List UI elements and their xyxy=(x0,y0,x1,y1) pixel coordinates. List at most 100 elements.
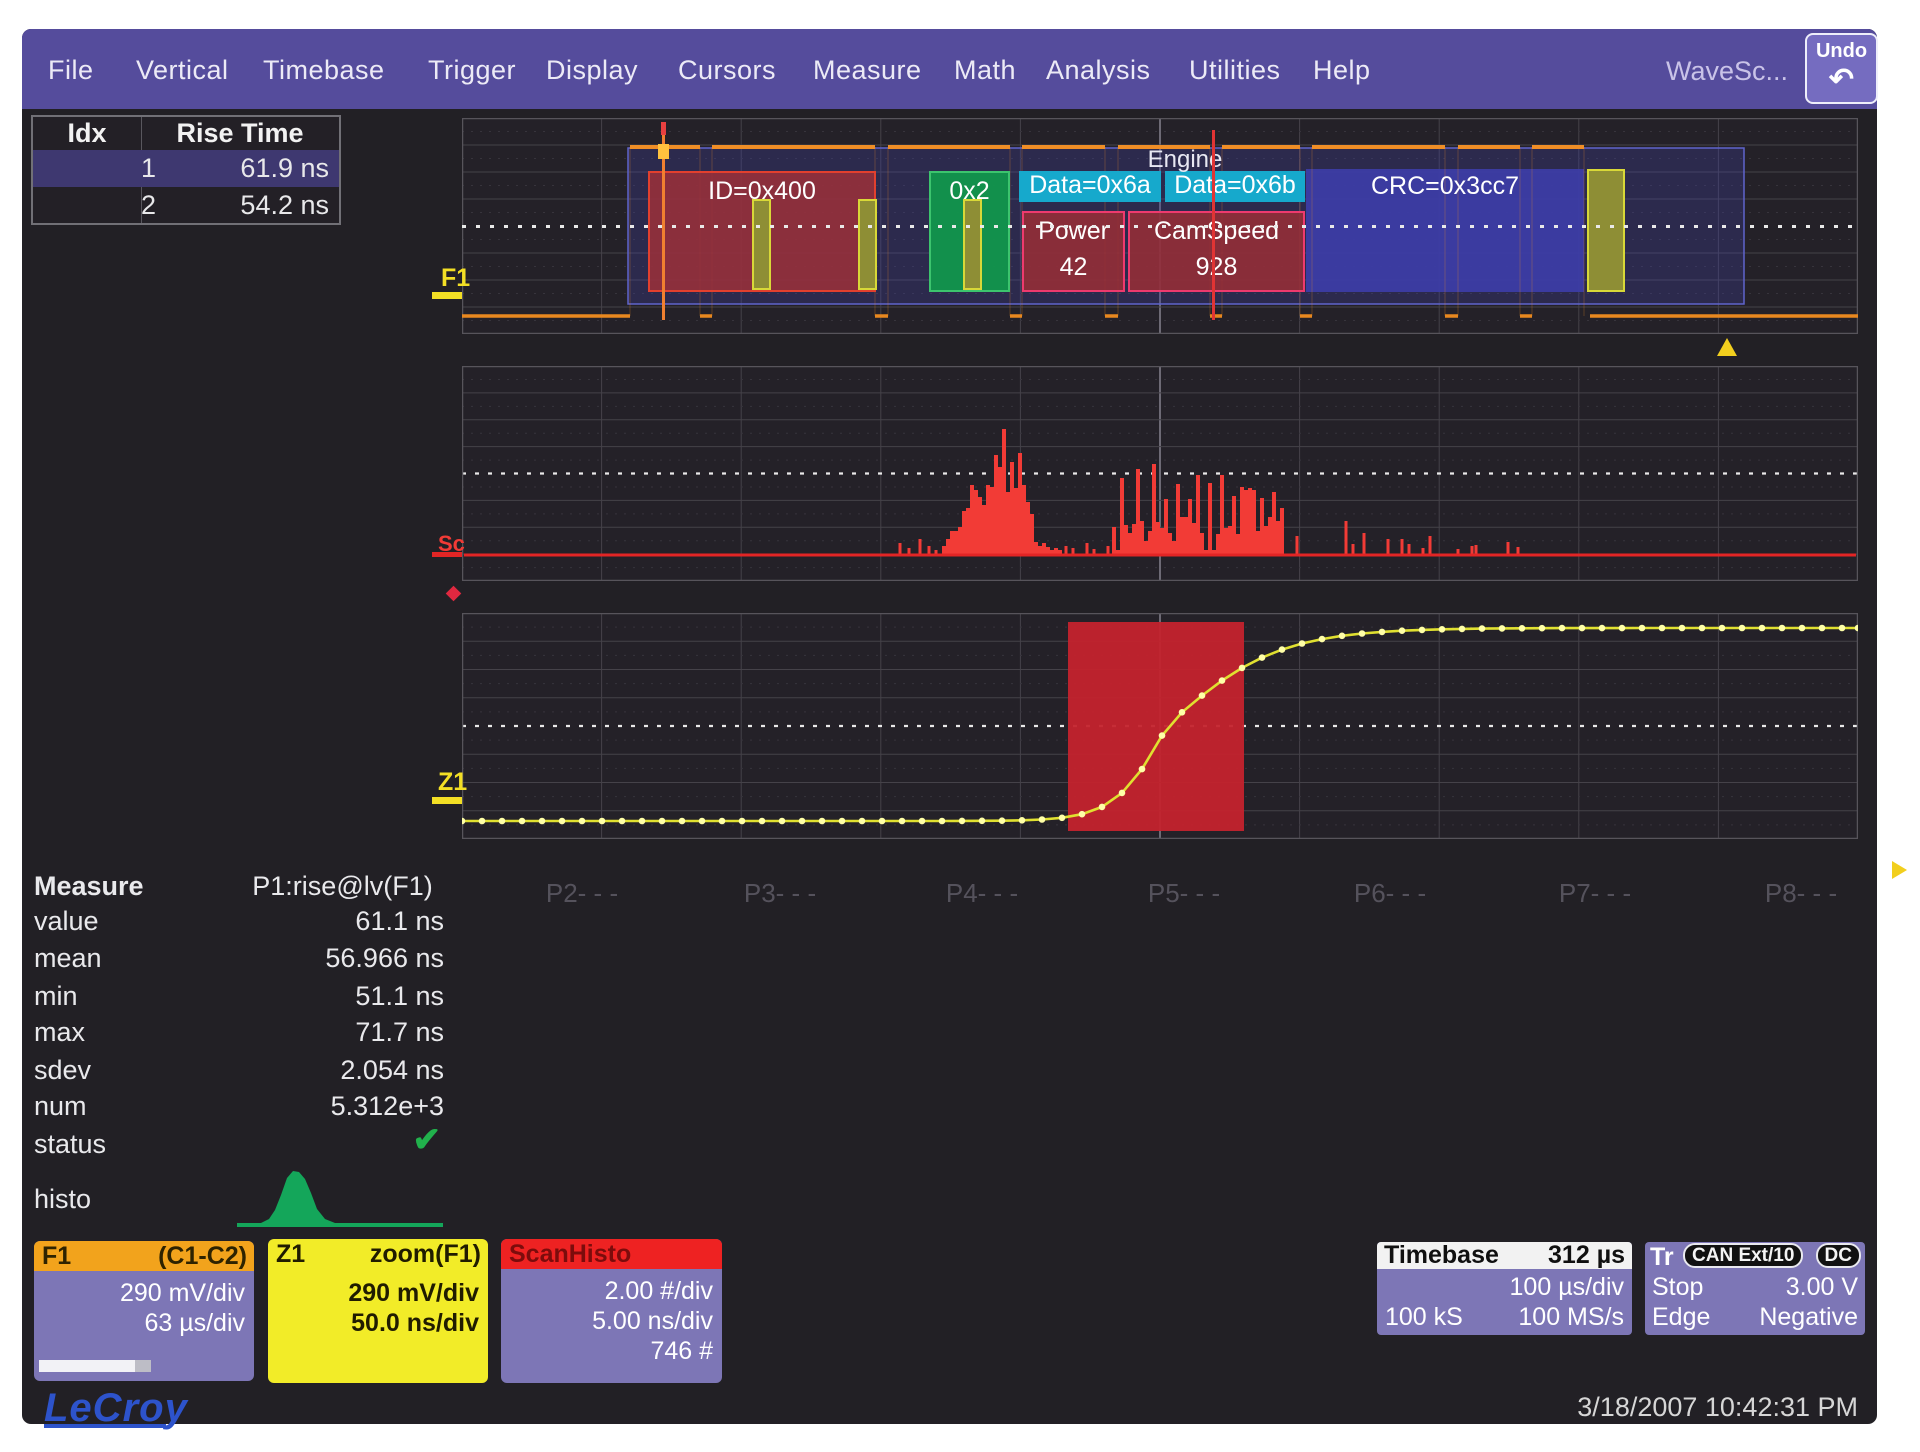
f1-progress-bar xyxy=(39,1360,151,1372)
scanhisto-horizontal-scale: 5.00 ns/div xyxy=(592,1307,713,1336)
measure-slot-p2[interactable]: P2- - - xyxy=(502,878,662,909)
can-signal-power[interactable]: Power 42 xyxy=(1022,211,1125,292)
trigger-title: Tr xyxy=(1650,1243,1674,1272)
scanhisto-descriptor-box[interactable]: ScanHisto 2.00 #/div 5.00 ns/div 746 # xyxy=(501,1239,722,1383)
f1-trace-underline xyxy=(432,292,462,299)
measure-p1-num: 5.312e+3 xyxy=(241,1091,444,1122)
measure-slot-p7[interactable]: P7- - - xyxy=(1515,878,1675,909)
measure-p1-value: 61.1 ns xyxy=(241,906,444,937)
menu-utilities[interactable]: Utilities xyxy=(1189,55,1281,86)
horizontal-scroll-marker-icon[interactable] xyxy=(1892,861,1907,879)
can-crc-field: CRC=0x3cc7 xyxy=(1306,172,1584,201)
can-ack-marker xyxy=(1587,169,1625,292)
menu-vertical[interactable]: Vertical xyxy=(136,55,229,86)
menu-help[interactable]: Help xyxy=(1313,55,1371,86)
scanhisto-trace-underline xyxy=(432,552,462,557)
row-index: 2 xyxy=(141,187,156,224)
measure-row-label-status: status xyxy=(34,1129,106,1160)
row-index: 1 xyxy=(141,150,156,187)
measure-row-label-max: max xyxy=(34,1017,85,1048)
can-stuffbit-marker xyxy=(752,199,771,290)
power-name: Power xyxy=(1024,217,1123,246)
trigger-level: 3.00 V xyxy=(1786,1273,1858,1302)
menu-timebase[interactable]: Timebase xyxy=(263,55,385,86)
scanhisto-descriptor-name: ScanHisto xyxy=(509,1239,631,1269)
measure-row-label-mean: mean xyxy=(34,943,102,974)
timebase-delay: 312 µs xyxy=(1548,1242,1625,1269)
trigger-type: Edge xyxy=(1652,1303,1710,1332)
timebase-per-div: 100 µs/div xyxy=(1510,1273,1624,1302)
menu-math[interactable]: Math xyxy=(954,55,1016,86)
menu-trigger[interactable]: Trigger xyxy=(428,55,516,86)
undo-button[interactable]: Undo ↶ xyxy=(1805,33,1878,104)
trigger-time-marker-icon[interactable] xyxy=(1717,338,1737,356)
time-cursor[interactable] xyxy=(1212,130,1215,320)
trigger-descriptor-box[interactable]: Tr CAN Ext/10 DC Stop 3.00 V Edge Negati… xyxy=(1645,1242,1865,1335)
trigger-slope: Negative xyxy=(1759,1303,1858,1332)
status-ok-check-icon: ✔ xyxy=(241,1120,441,1160)
z1-trace-underline xyxy=(432,797,462,804)
undo-label: Undo xyxy=(1807,40,1876,63)
measure-slot-p3[interactable]: P3- - - xyxy=(700,878,860,909)
menu-analysis[interactable]: Analysis xyxy=(1046,55,1151,86)
table-row[interactable]: 2 54.2 ns xyxy=(33,187,339,224)
menu-measure[interactable]: Measure xyxy=(813,55,922,86)
table-row[interactable]: 1 61.9 ns xyxy=(33,150,339,187)
datetime-display: 3/18/2007 10:42:31 PM xyxy=(1500,1392,1858,1423)
measure-row-label-sdev: sdev xyxy=(34,1055,91,1086)
can-message-name: Engine xyxy=(1125,146,1245,174)
measure-p1-header[interactable]: P1:rise@lv(F1) xyxy=(241,871,444,902)
f1-descriptor-source: (C1-C2) xyxy=(158,1241,247,1271)
zoom-trace-grid xyxy=(462,613,1858,839)
measure-histogram-icon xyxy=(237,1163,443,1229)
z1-trace-label[interactable]: Z1 xyxy=(438,768,467,797)
camspeed-name: CamSpeed xyxy=(1130,217,1303,246)
rise-time-table: Idx Rise Time 1 61.9 ns 2 54.2 ns xyxy=(31,115,341,225)
measure-slot-p5[interactable]: P5- - - xyxy=(1104,878,1264,909)
wavescan-status[interactable]: WaveSc... xyxy=(1666,56,1788,87)
f1-trace-label[interactable]: F1 xyxy=(441,264,470,293)
measure-slot-p6[interactable]: P6- - - xyxy=(1310,878,1470,909)
timebase-sample-rate: 100 MS/s xyxy=(1518,1303,1624,1332)
rise-table-col-idx: Idx xyxy=(33,117,141,150)
f1-descriptor-name: F1 xyxy=(42,1241,71,1271)
timebase-samples: 100 kS xyxy=(1385,1303,1463,1332)
can-stuffbit-marker xyxy=(858,199,877,290)
trigger-mode: Stop xyxy=(1652,1273,1703,1302)
measure-row-label-histo: histo xyxy=(34,1184,91,1215)
measure-slot-p4[interactable]: P4- - - xyxy=(902,878,1062,909)
timebase-descriptor-box[interactable]: Timebase 312 µs 100 µs/div 100 kS 100 MS… xyxy=(1377,1242,1632,1335)
row-value: 61.9 ns xyxy=(240,150,329,187)
can-signal-camspeed[interactable]: CamSpeed 928 xyxy=(1128,211,1305,292)
camspeed-value: 928 xyxy=(1130,253,1303,282)
trigger-time-cursor[interactable] xyxy=(662,122,665,320)
menu-cursors[interactable]: Cursors xyxy=(678,55,776,86)
undo-arrow-icon: ↶ xyxy=(1807,65,1876,95)
z1-descriptor-box[interactable]: Z1 zoom(F1) 290 mV/div 50.0 ns/div xyxy=(268,1239,488,1383)
trigger-coupling-badge: DC xyxy=(1816,1243,1861,1268)
z1-vertical-scale: 290 mV/div xyxy=(348,1279,479,1308)
power-value: 42 xyxy=(1024,253,1123,282)
can-stuffbit-marker xyxy=(963,199,982,290)
measure-slot-p8[interactable]: P8- - - xyxy=(1721,878,1881,909)
f1-center-dotted-line xyxy=(462,225,1858,228)
measure-row-label-value: value xyxy=(34,906,99,937)
trigger-source-badge: CAN Ext/10 xyxy=(1683,1243,1803,1268)
z1-descriptor-name: Z1 xyxy=(276,1239,305,1269)
measure-p1-min: 51.1 ns xyxy=(241,981,444,1012)
measure-p1-sdev: 2.054 ns xyxy=(241,1055,444,1086)
can-data-byte-2[interactable]: Data=0x6b xyxy=(1165,171,1305,202)
row-value: 54.2 ns xyxy=(240,187,329,224)
scanhisto-vertical-scale: 2.00 #/div xyxy=(605,1277,713,1306)
measure-row-label-min: min xyxy=(34,981,78,1012)
measure-p1-mean: 56.966 ns xyxy=(241,943,444,974)
rise-table-col-rise-time: Rise Time xyxy=(141,117,339,150)
menu-file[interactable]: File xyxy=(48,55,94,86)
can-data-byte-1[interactable]: Data=0x6a xyxy=(1019,171,1161,202)
scanhisto-population: 746 # xyxy=(650,1337,713,1366)
measure-panel-title: Measure xyxy=(34,871,144,902)
lecroy-logo-underline xyxy=(44,1424,166,1428)
can-data2-label: Data=0x6b xyxy=(1174,171,1296,199)
menu-display[interactable]: Display xyxy=(546,55,638,86)
f1-descriptor-box[interactable]: F1 (C1-C2) 290 mV/div 63 µs/div xyxy=(34,1241,254,1381)
